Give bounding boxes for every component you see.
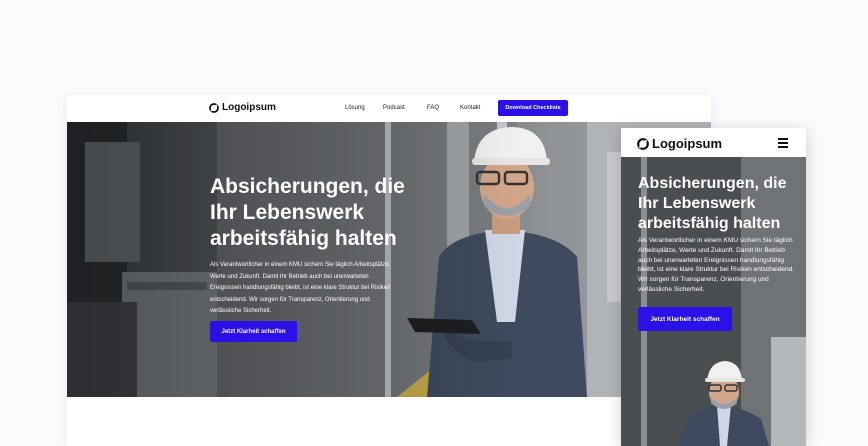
mobile-hero-cta-button[interactable]: Jetzt Klarheit schaffen [638, 307, 732, 331]
mobile-hero-description: Als Verantwortlicher in einem KMU sicher… [638, 237, 795, 293]
nav-link-kontakt[interactable]: Kontakt [460, 105, 480, 111]
desktop-logo[interactable]: Logoipsum [209, 102, 276, 113]
download-checklist-button[interactable]: Download Checkliste [498, 100, 568, 116]
mobile-logo[interactable]: Logoipsum [637, 136, 722, 151]
hero-cta-button[interactable]: Jetzt Klarheit schaffen [210, 321, 297, 342]
desktop-mockup: Logoipsum Lösung Podcast FAQ Kontakt Dow… [67, 95, 711, 446]
logo-icon [637, 137, 649, 150]
hero-title: Absicherungen, die Ihr Lebenswerk arbeit… [210, 175, 405, 250]
nav-link-podcast[interactable]: Podcast [383, 105, 405, 111]
mobile-hero: Absicherungen, die Ihr Lebenswerk arbeit… [621, 157, 806, 446]
desktop-hero: Absicherungen, die Ihr Lebenswerk arbeit… [67, 122, 711, 397]
logo-text: Logoipsum [652, 136, 723, 151]
mobile-mockup: Logoipsum Absicherungen, die Ihr Lebensw… [621, 128, 806, 446]
logo-text: Logoipsum [222, 102, 276, 113]
hero-description: Als Verantwortlicher in einem KMU sicher… [210, 262, 391, 314]
nav-link-faq[interactable]: FAQ [427, 105, 439, 111]
mobile-hero-title: Absicherungen, die Ihr Lebenswerk arbeit… [638, 175, 787, 232]
desktop-navbar: Logoipsum Lösung Podcast FAQ Kontakt Dow… [67, 95, 711, 122]
logo-icon [209, 102, 219, 113]
nav-link-loesung[interactable]: Lösung [345, 105, 365, 111]
hamburger-menu-icon[interactable] [778, 138, 788, 150]
